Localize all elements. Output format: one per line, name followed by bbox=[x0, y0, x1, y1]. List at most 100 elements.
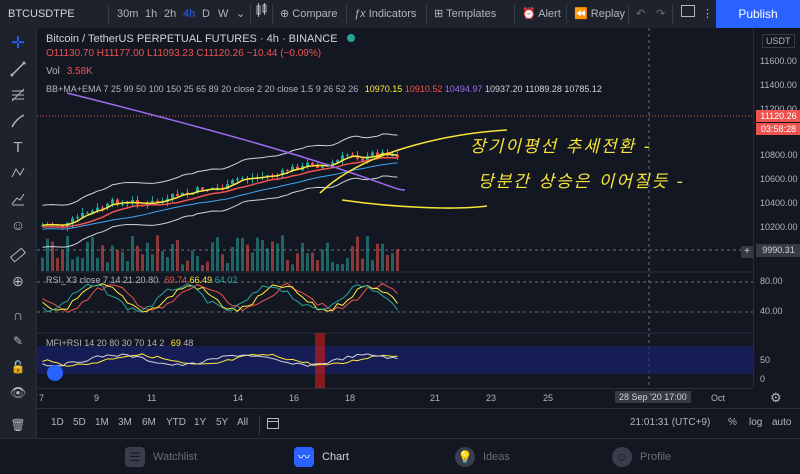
volume-bar bbox=[106, 262, 109, 271]
interval-1h[interactable]: 1h bbox=[145, 0, 157, 28]
volume-bar bbox=[251, 252, 254, 271]
drawing-toolbar: ✛ T ☺ ⊕ ∩ ✎ 🔓 👁 🗑 bbox=[0, 28, 37, 438]
clock-timezone[interactable]: 21:01:31 (UTC+9) bbox=[630, 417, 710, 428]
candle-body bbox=[121, 204, 124, 206]
candle-body bbox=[86, 212, 89, 214]
trash-icon[interactable]: 🗑 bbox=[0, 414, 36, 436]
range-5D[interactable]: 5D bbox=[73, 417, 86, 428]
price-axis[interactable]: USDT 11600.00 11400.00 11200.00 11120.26… bbox=[753, 28, 800, 388]
compare-button[interactable]: ⊕ Compare bbox=[280, 0, 338, 28]
volume-bar bbox=[186, 260, 189, 271]
text-tool-icon[interactable]: T bbox=[0, 136, 36, 158]
prediction-icon[interactable] bbox=[0, 188, 36, 210]
crosshair-icon[interactable]: ✛ bbox=[0, 32, 36, 54]
volume-bar bbox=[126, 261, 129, 271]
currency-label[interactable]: USDT bbox=[762, 34, 795, 48]
trend-line-icon[interactable] bbox=[0, 58, 36, 80]
ruler-icon[interactable] bbox=[0, 244, 36, 266]
zoom-in-icon[interactable]: ⊕ bbox=[0, 270, 36, 292]
chart-canvas[interactable] bbox=[37, 28, 753, 388]
range-1Y[interactable]: 1Y bbox=[194, 417, 206, 428]
volume-bar bbox=[176, 240, 179, 271]
chart-pane[interactable] bbox=[37, 28, 753, 388]
brush-icon[interactable] bbox=[0, 110, 36, 132]
volume-bar bbox=[241, 238, 244, 271]
magnet-icon[interactable]: ∩ bbox=[0, 304, 36, 326]
volume-bar bbox=[51, 241, 54, 271]
volume-bar bbox=[311, 252, 314, 271]
volume-bar bbox=[71, 259, 74, 271]
date-range-icon[interactable] bbox=[267, 417, 279, 432]
interval-30m[interactable]: 30m bbox=[117, 0, 138, 28]
replay-button[interactable]: ⏪ Replay bbox=[574, 0, 625, 28]
range-1M[interactable]: 1M bbox=[95, 417, 109, 428]
nav-profile[interactable]: ☺ Profile bbox=[612, 439, 671, 474]
emoji-icon[interactable]: ☺ bbox=[0, 214, 36, 236]
log-toggle[interactable]: log bbox=[749, 417, 762, 428]
volume-bar bbox=[151, 254, 154, 271]
time-tick: 21 bbox=[430, 393, 441, 403]
time-axis[interactable]: 7 9 11 14 16 18 21 23 25 28 Sep '20 17:0… bbox=[37, 388, 753, 409]
volume-bar bbox=[331, 261, 334, 271]
interval-W[interactable]: W bbox=[218, 0, 228, 28]
more-icon[interactable]: ⋮ bbox=[702, 0, 713, 28]
range-3M[interactable]: 3M bbox=[118, 417, 132, 428]
time-tick: 11 bbox=[147, 393, 157, 403]
range-1D[interactable]: 1D bbox=[51, 417, 64, 428]
candles-icon[interactable] bbox=[256, 0, 268, 28]
symbol-search[interactable]: BTCUSDTPE bbox=[8, 0, 75, 28]
interval-dropdown-icon[interactable]: ⌄ bbox=[236, 0, 245, 28]
price-tick: 10200.00 bbox=[760, 222, 798, 232]
divider bbox=[272, 4, 273, 24]
interval-4h[interactable]: 4h bbox=[183, 0, 195, 28]
range-YTD[interactable]: YTD bbox=[166, 417, 186, 428]
volume-bar bbox=[56, 257, 59, 271]
settings-gear-icon[interactable]: ⚙ bbox=[770, 390, 782, 406]
interval-2h[interactable]: 2h bbox=[164, 0, 176, 28]
volume-bar bbox=[326, 242, 329, 271]
candle-body bbox=[241, 178, 244, 180]
add-alert-plus-icon[interactable]: + bbox=[741, 246, 753, 258]
volume-bar bbox=[321, 249, 324, 271]
volume-bar bbox=[306, 253, 309, 271]
divider bbox=[426, 4, 427, 24]
time-tick: 16 bbox=[289, 393, 300, 403]
annotation-underline bbox=[341, 199, 488, 209]
volume-bar bbox=[281, 235, 284, 271]
undo-icon[interactable]: ↶ bbox=[636, 0, 645, 28]
nav-chart[interactable]: 〰 Chart bbox=[294, 439, 349, 474]
volume-bar bbox=[356, 236, 359, 271]
percent-toggle[interactable]: % bbox=[728, 417, 737, 428]
rsi-legend: RSI_X3 close 7 14 21 20 80 69.74 66.49 6… bbox=[46, 275, 238, 285]
volume-bar bbox=[181, 264, 184, 271]
eye-icon[interactable]: 👁 bbox=[0, 382, 36, 404]
range-5Y[interactable]: 5Y bbox=[216, 417, 228, 428]
indicators-button[interactable]: ƒx Indicators bbox=[354, 0, 416, 28]
range-6M[interactable]: 6M bbox=[142, 417, 156, 428]
pattern-icon[interactable] bbox=[0, 162, 36, 184]
volume-bar bbox=[396, 249, 399, 271]
candle-body bbox=[231, 180, 234, 185]
volume-bar bbox=[191, 250, 194, 271]
fib-retracement-icon[interactable] bbox=[0, 84, 36, 106]
volume-bar bbox=[266, 248, 269, 271]
lock-drawing-icon[interactable]: ✎ bbox=[0, 330, 36, 352]
auto-toggle[interactable]: auto bbox=[772, 417, 791, 428]
alert-button[interactable]: ⏰ Alert bbox=[522, 0, 561, 28]
nav-watchlist[interactable]: ☰ Watchlist bbox=[125, 439, 197, 474]
divider bbox=[628, 4, 629, 24]
templates-button[interactable]: ⊞ Templates bbox=[434, 0, 496, 28]
volume-bar bbox=[111, 245, 114, 271]
lock-icon[interactable]: 🔓 bbox=[0, 356, 36, 378]
publish-button[interactable]: Publish bbox=[716, 0, 800, 28]
range-All[interactable]: All bbox=[237, 417, 248, 428]
layout-icon[interactable] bbox=[681, 0, 695, 28]
nav-ideas[interactable]: 💡 Ideas bbox=[455, 439, 510, 474]
redo-icon[interactable]: ↷ bbox=[656, 0, 665, 28]
volume-bar bbox=[101, 245, 104, 271]
interval-D[interactable]: D bbox=[202, 0, 210, 28]
divider bbox=[108, 4, 109, 24]
volume-bar bbox=[316, 260, 319, 271]
candle-body bbox=[351, 154, 354, 156]
time-tick: 18 bbox=[345, 393, 356, 403]
